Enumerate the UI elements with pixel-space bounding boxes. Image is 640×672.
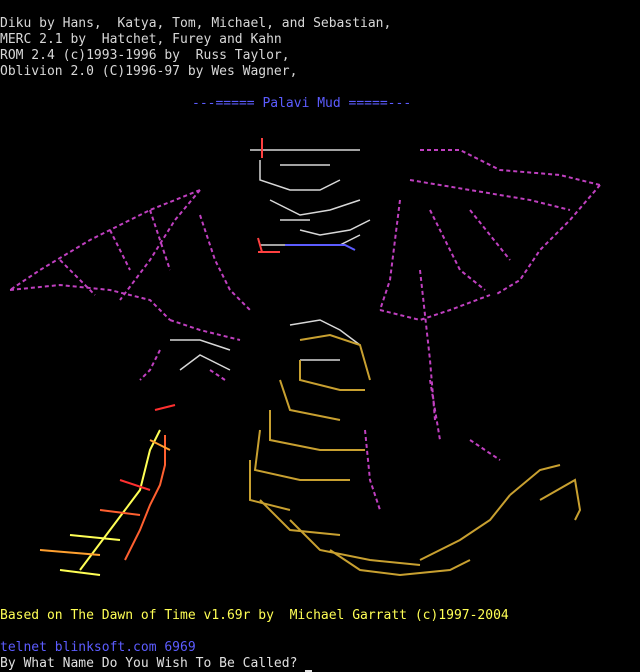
dragon-left-wing: [9, 189, 251, 341]
login-prompt-line[interactable]: By What Name Do You Wish To Be Called?: [0, 656, 313, 672]
dragon-body-coils: [249, 333, 582, 577]
dragon-right-wing: [379, 149, 601, 421]
telnet-address: telnet blinksoft.com 6969: [0, 640, 196, 655]
dragon-ascii-art: [0, 120, 640, 600]
login-prompt: By What Name Do You Wish To Be Called?: [0, 656, 298, 671]
fire-breath: [39, 404, 176, 576]
mud-title: ---===== Palavi Mud =====---: [192, 96, 412, 111]
rider-accents: [257, 138, 280, 253]
dragon-head: [170, 319, 361, 371]
credits-line-1: Diku by Hans, Katya, Tom, Michael, and S…: [0, 16, 392, 31]
credits-line-3: ROM 2.4 (c)1993-1996 by Russ Taylor,: [0, 48, 290, 63]
credits-line-2: MERC 2.1 by Hatchet, Furey and Kahn: [0, 32, 282, 47]
terminal-screen: Diku by Hans, Katya, Tom, Michael, and S…: [0, 0, 640, 672]
based-on-line: Based on The Dawn of Time v1.69r by Mich…: [0, 608, 509, 623]
credits-line-4: Oblivion 2.0 (C)1996-97 by Wes Wagner,: [0, 64, 298, 79]
rider-figure: [250, 149, 371, 246]
rider-shield: [285, 244, 356, 251]
dragon-legs: [139, 349, 501, 511]
